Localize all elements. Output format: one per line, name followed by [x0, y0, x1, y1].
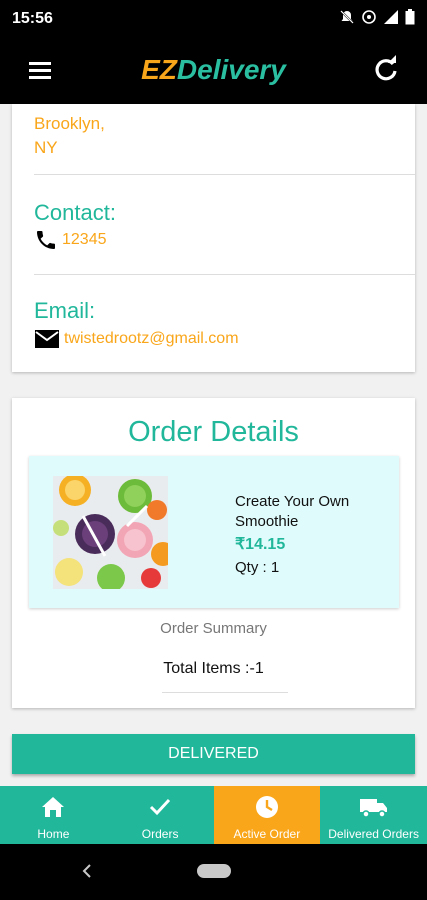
email-icon — [35, 330, 59, 348]
order-details-card: Order Details Create Your Own Smoothie ₹… — [12, 398, 415, 708]
item-name: Create Your Own Smoothie — [235, 493, 350, 530]
smoothie-image — [53, 476, 168, 589]
app-bar: EZDelivery — [0, 38, 427, 104]
divider — [34, 174, 415, 175]
order-details-title: Order Details — [128, 416, 299, 448]
battery-icon — [405, 9, 415, 25]
nav-delivered-orders-label: Delivered Orders — [328, 827, 419, 841]
email-row[interactable]: twistedrootz@gmail.com — [34, 328, 239, 350]
contact-title: Contact: — [34, 200, 116, 225]
email-value[interactable]: twistedrootz@gmail.com — [64, 330, 239, 348]
address-line-2: NY — [34, 138, 58, 157]
check-icon — [150, 798, 171, 816]
item-quantity: Qty : 1 — [235, 559, 280, 576]
status-bar: 15:56 — [0, 0, 427, 38]
status-icons — [339, 9, 415, 25]
status-time: 15:56 — [12, 10, 53, 27]
truck-icon — [359, 799, 387, 818]
order-item[interactable]: Create Your Own Smoothie ₹14.15 Qty : 1 — [29, 456, 399, 608]
order-summary-label: Order Summary — [160, 620, 267, 637]
contact-row[interactable]: 12345 — [34, 228, 107, 252]
nav-active-order-label: Active Order — [233, 827, 301, 841]
phone-icon — [37, 231, 55, 249]
nav-home[interactable]: Home — [0, 786, 107, 844]
bottom-navigation: Home Orders Active Order Delivered Order… — [0, 786, 427, 844]
home-pill[interactable] — [197, 864, 231, 878]
customer-info-card: Brooklyn, NY Contact: 12345 Email: twist… — [12, 104, 415, 372]
logo-delivery: Delivery — [176, 54, 286, 85]
item-image — [53, 476, 168, 589]
divider — [34, 274, 415, 275]
item-price: ₹14.15 — [235, 536, 286, 553]
address-line-1: Brooklyn, — [34, 114, 105, 133]
app-logo: EZDelivery — [0, 54, 427, 86]
contact-value[interactable]: 12345 — [62, 231, 107, 249]
nav-home-label: Home — [37, 827, 70, 841]
total-items: Total Items :-1 — [163, 660, 264, 677]
email-title: Email: — [34, 298, 96, 323]
nav-orders-label: Orders — [141, 827, 179, 841]
content-area[interactable]: Brooklyn, NY Contact: 12345 Email: twist… — [0, 104, 427, 786]
notifications-off-icon — [340, 10, 354, 24]
divider — [162, 692, 288, 693]
address: Brooklyn, NY — [34, 112, 105, 160]
signal-icon — [384, 10, 398, 24]
system-navigation-bar — [0, 844, 427, 900]
back-icon[interactable] — [78, 861, 98, 881]
nav-active-order[interactable]: Active Order — [213, 786, 321, 844]
delivered-button[interactable]: DELIVERED — [12, 734, 415, 774]
nav-delivered-orders[interactable]: Delivered Orders — [320, 786, 427, 844]
clock-icon — [255, 796, 278, 818]
logo-ez: EZ — [141, 54, 177, 85]
nav-orders[interactable]: Orders — [107, 786, 214, 844]
home-icon — [42, 797, 65, 817]
hotspot-icon — [362, 10, 376, 24]
refresh-icon[interactable] — [371, 54, 401, 84]
